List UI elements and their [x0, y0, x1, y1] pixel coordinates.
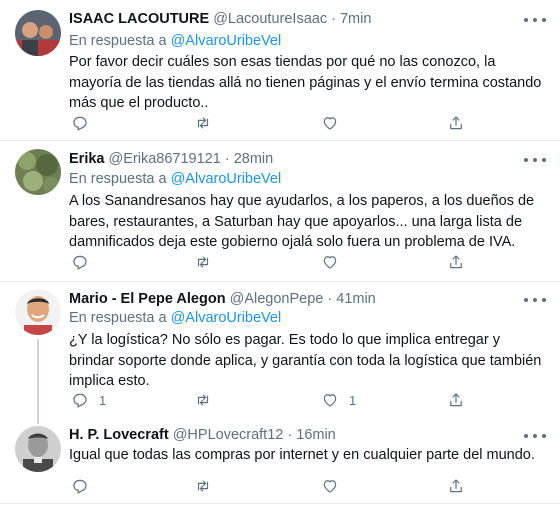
share-icon — [450, 255, 462, 269]
share-button[interactable] — [447, 252, 465, 272]
reply-button[interactable]: 1 — [71, 390, 106, 410]
heart-icon — [323, 394, 337, 407]
separator-dot: · — [224, 151, 230, 167]
avatar[interactable] — [15, 426, 61, 472]
avatar[interactable] — [15, 289, 61, 335]
reply-button[interactable] — [71, 113, 99, 133]
share-button[interactable] — [447, 113, 465, 133]
retweet-button[interactable] — [194, 252, 212, 272]
author-handle[interactable]: @Erika86719121 — [109, 151, 221, 167]
tweet[interactable]: H. P. Lovecraft @HPLovecraft12 · 16min I… — [0, 416, 560, 504]
timestamp[interactable]: 16min — [296, 427, 336, 443]
retweet-button[interactable] — [194, 390, 212, 410]
avatar-photo-icon — [15, 289, 61, 335]
retweet-button[interactable] — [194, 113, 212, 133]
tweet[interactable]: Mario - El Pepe Alegon @AlegonPepe · 41m… — [0, 282, 560, 424]
tweet-actions — [69, 113, 469, 133]
retweet-icon — [197, 394, 209, 406]
reply-prefix: En respuesta a — [69, 310, 167, 326]
reply-icon — [73, 479, 87, 494]
share-button[interactable] — [447, 390, 465, 410]
author-name[interactable]: Erika — [69, 151, 104, 167]
author-handle[interactable]: @LacoutureIsaac — [213, 11, 327, 27]
tweet[interactable]: Erika @Erika86719121 · 28min En respuest… — [0, 141, 560, 282]
timestamp[interactable]: 7min — [340, 11, 371, 27]
avatar-photo-icon — [15, 426, 61, 472]
author-name[interactable]: ISAAC LACOUTURE — [69, 11, 209, 27]
retweet-button[interactable] — [194, 476, 212, 496]
share-icon — [450, 479, 462, 493]
avatar-photo-icon — [15, 10, 61, 56]
reply-button[interactable] — [71, 252, 99, 272]
tweet-actions — [69, 476, 469, 496]
reply-mention-link[interactable]: @AlvaroUribeVel — [171, 171, 282, 187]
share-icon — [450, 393, 462, 407]
like-count: 1 — [349, 392, 357, 408]
timestamp[interactable]: 41min — [336, 291, 376, 307]
retweet-icon — [197, 117, 209, 129]
tweet-text: Igual que todas las compras por internet… — [69, 447, 535, 463]
author-name[interactable]: H. P. Lovecraft — [69, 427, 169, 443]
like-button[interactable]: 1 — [321, 390, 356, 410]
reply-mention-link[interactable]: @AlvaroUribeVel — [171, 310, 282, 326]
reply-count: 1 — [99, 392, 107, 408]
reply-icon — [73, 393, 87, 408]
like-button[interactable] — [321, 252, 349, 272]
avatar[interactable] — [15, 10, 61, 56]
like-button[interactable] — [321, 113, 349, 133]
tweet-actions — [69, 252, 469, 272]
reply-icon — [73, 116, 87, 131]
tweet-text: Por favor decir cuáles son esas tiendas … — [69, 54, 542, 111]
thread-line — [37, 339, 39, 424]
retweet-icon — [197, 480, 209, 492]
avatar-photo-icon — [15, 149, 61, 195]
timestamp[interactable]: 28min — [234, 151, 274, 167]
more-options-icon[interactable] — [524, 295, 546, 305]
author-handle[interactable]: @HPLovecraft12 — [173, 427, 284, 443]
reply-context: En respuesta a @AlvaroUribeVel — [69, 170, 281, 188]
heart-icon — [323, 117, 337, 130]
reply-button[interactable] — [71, 476, 99, 496]
more-options-icon[interactable] — [524, 431, 546, 441]
reply-mention-link[interactable]: @AlvaroUribeVel — [171, 33, 282, 49]
reply-icon — [73, 255, 87, 270]
reply-prefix: En respuesta a — [69, 171, 167, 187]
heart-icon — [323, 480, 337, 493]
tweet-text: A los Sanandresanos hay que ayudarlos, a… — [69, 193, 535, 250]
tweet[interactable]: ISAAC LACOUTURE @LacoutureIsaac · 7min E… — [0, 0, 560, 141]
heart-icon — [323, 256, 337, 269]
more-options-icon[interactable] — [524, 155, 546, 165]
reply-prefix: En respuesta a — [69, 33, 167, 49]
separator-dot: · — [331, 11, 336, 27]
author-name[interactable]: Mario - El Pepe Alegon — [69, 291, 226, 307]
tweet-text: ¿Y la logística? No sólo es pagar. Es to… — [69, 332, 542, 389]
share-icon — [450, 116, 462, 130]
separator-dot: · — [327, 291, 333, 307]
like-button[interactable] — [321, 476, 349, 496]
retweet-icon — [197, 256, 209, 268]
reply-context: En respuesta a @AlvaroUribeVel — [69, 309, 281, 327]
more-options-icon[interactable] — [524, 15, 546, 25]
author-handle[interactable]: @AlegonPepe — [230, 291, 324, 307]
share-button[interactable] — [447, 476, 465, 496]
avatar[interactable] — [15, 149, 61, 195]
separator-dot: · — [287, 427, 293, 443]
reply-context: En respuesta a @AlvaroUribeVel — [69, 32, 281, 50]
tweet-actions: 1 1 — [69, 390, 469, 410]
